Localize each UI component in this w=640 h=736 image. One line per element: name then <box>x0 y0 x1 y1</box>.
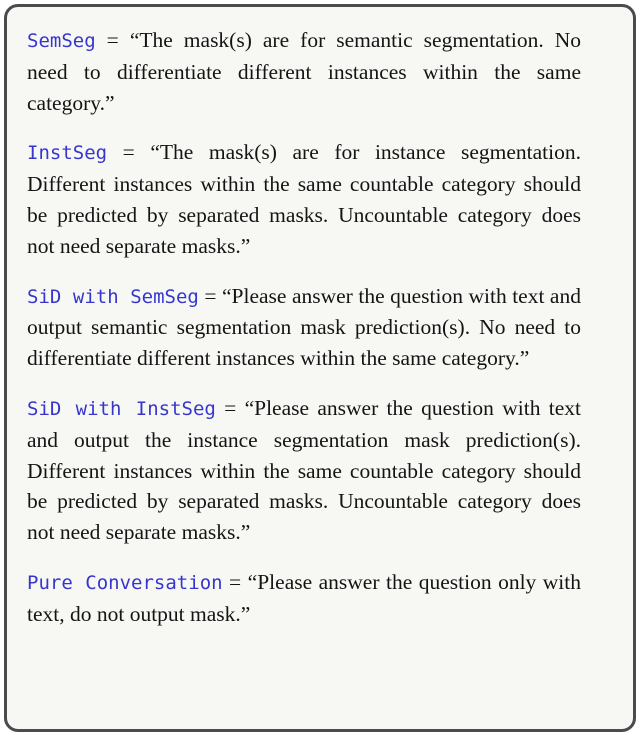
definition-equals-semseg: = <box>95 28 130 52</box>
definition-pure-conversation: Pure Conversation = “Please answer the q… <box>27 567 581 630</box>
screenshot-root: SemSeg = “The mask(s) are for semantic s… <box>0 0 640 736</box>
definition-equals-sid-with-semseg: = <box>198 283 222 308</box>
definition-equals-sid-with-instseg: = <box>215 395 245 420</box>
definition-sid-with-instseg: SiD with InstSeg = “Please answer the qu… <box>27 393 581 548</box>
definitions-list: SemSeg = “The mask(s) are for semantic s… <box>7 7 633 729</box>
definition-token-pure-conversation: Pure Conversation <box>27 571 223 594</box>
definition-sid-with-semseg: SiD with SemSeg = “Please answer the que… <box>27 281 581 374</box>
definition-token-semseg: SemSeg <box>27 30 96 52</box>
definition-token-sid-with-semseg: SiD with SemSeg <box>27 285 199 308</box>
definition-token-sid-with-instseg: SiD with InstSeg <box>27 397 216 420</box>
definitions-panel: SemSeg = “The mask(s) are for semantic s… <box>4 4 636 732</box>
definition-semseg: SemSeg = “The mask(s) are for semantic s… <box>27 25 581 118</box>
definition-token-instseg: InstSeg <box>27 142 108 165</box>
definition-equals-instseg: = <box>107 140 151 165</box>
definition-equals-pure-conversation: = <box>222 569 248 594</box>
definition-instseg: InstSeg = “The mask(s) are for instance … <box>27 137 581 261</box>
